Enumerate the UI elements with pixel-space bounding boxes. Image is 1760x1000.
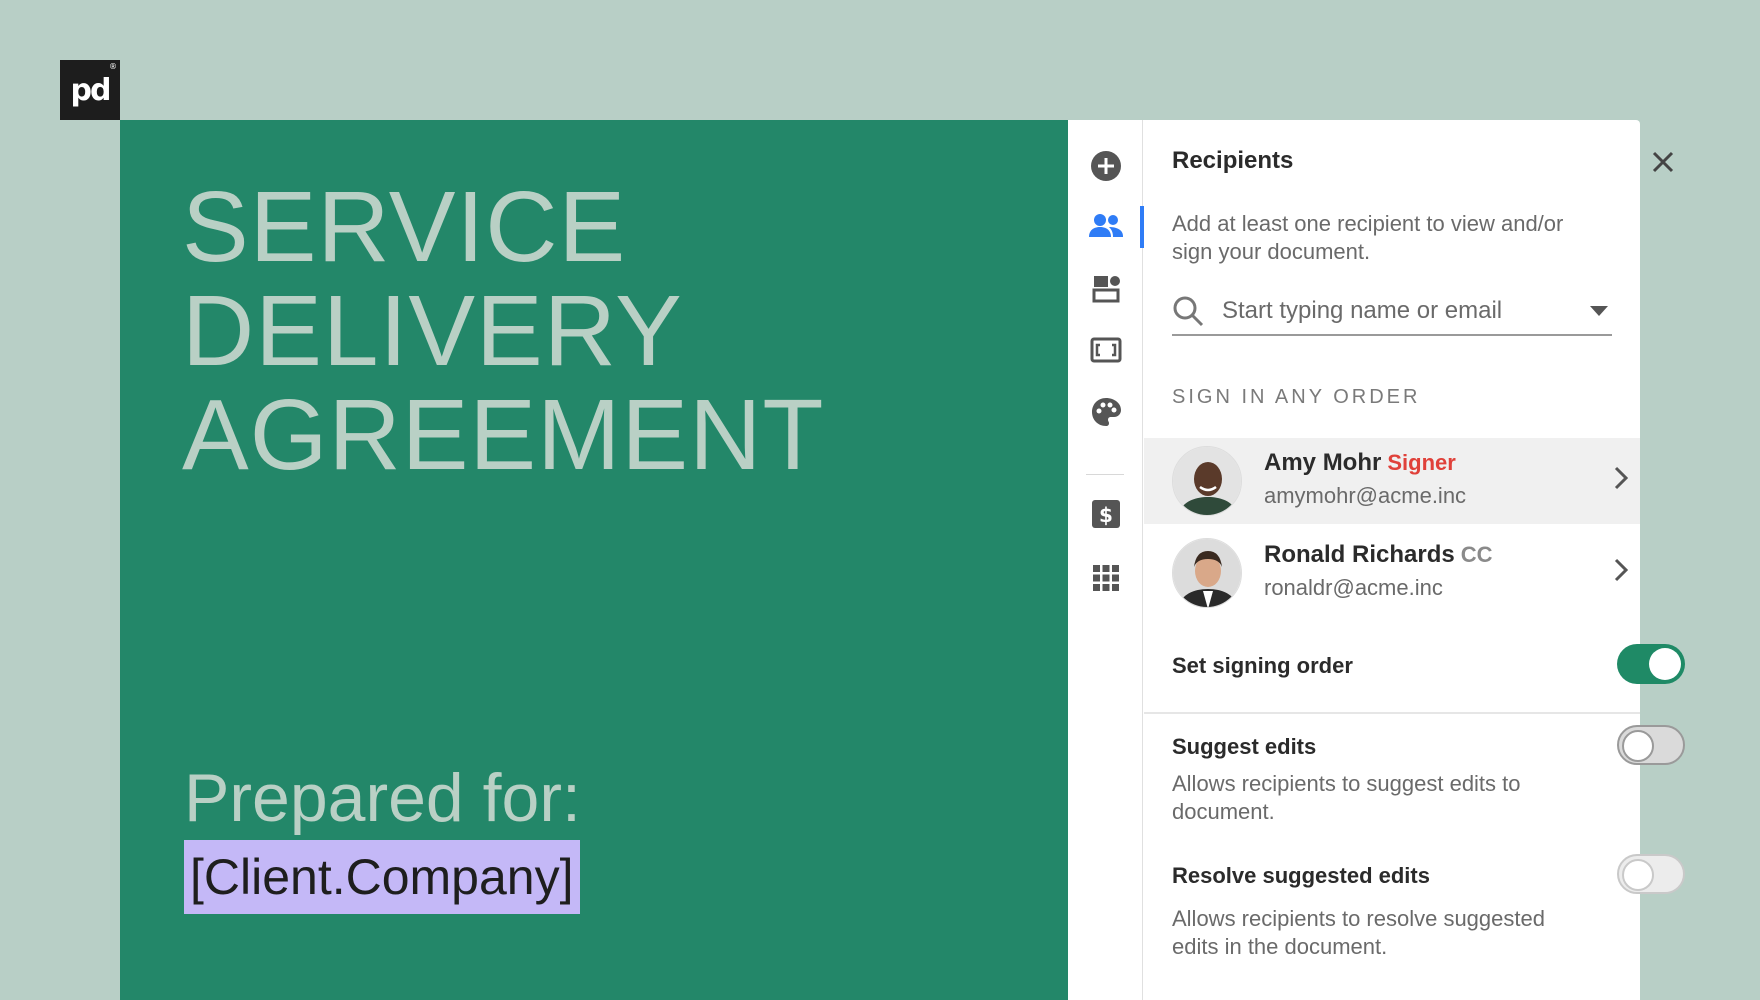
recipient-search-input[interactable]: Start typing name or email (1172, 288, 1612, 336)
rail-divider (1086, 474, 1124, 475)
recipient-role-badge: Signer (1387, 450, 1456, 475)
document-title: SERVICE DELIVERY AGREEMENT (182, 175, 824, 487)
signing-order-toggle[interactable] (1617, 644, 1685, 684)
chevron-right-icon[interactable] (1614, 466, 1629, 495)
title-line-2: DELIVERY (182, 275, 683, 387)
prepared-for-label: Prepared for: (184, 760, 581, 836)
panel-description: Add at least one recipient to view and/o… (1172, 211, 1564, 264)
add-icon[interactable] (1068, 142, 1143, 190)
recipient-row[interactable]: Ronald Richards CC ronaldr@acme.inc (1144, 530, 1640, 616)
signing-order-heading: SIGN IN ANY ORDER (1172, 386, 1421, 408)
palette-icon[interactable] (1068, 388, 1143, 436)
toggle-knob (1622, 730, 1654, 762)
avatar (1172, 446, 1242, 516)
tool-rail: $ (1068, 120, 1144, 1000)
recipient-name: Amy Mohr Signer (1264, 449, 1456, 477)
recipient-email: ronaldr@acme.inc (1264, 575, 1443, 600)
suggest-edits-toggle[interactable] (1617, 725, 1685, 765)
recipient-role-badge: CC (1460, 542, 1493, 567)
signing-order-label: Set signing order (1172, 653, 1353, 678)
logo-text: pd (70, 72, 112, 108)
registered-mark: ® (109, 62, 117, 71)
resolve-edits-label: Resolve suggested edits (1172, 863, 1430, 888)
search-placeholder: Start typing name or email (1222, 297, 1503, 324)
fields-icon[interactable] (1068, 326, 1143, 374)
blocks-icon[interactable] (1068, 264, 1143, 312)
title-line-1: SERVICE (182, 171, 627, 283)
title-line-3: AGREEMENT (182, 379, 825, 491)
side-panel: $ Recipients Add at least one recipient … (1068, 120, 1685, 1000)
recipient-row[interactable]: Amy Mohr Signer amymohr@acme.inc (1144, 438, 1640, 524)
recipient-name-text: Ronald Richards (1264, 541, 1455, 568)
search-icon (1172, 293, 1208, 329)
resolve-edits-toggle[interactable] (1617, 854, 1685, 894)
pricing-icon[interactable]: $ (1068, 490, 1143, 538)
toggle-knob (1622, 859, 1654, 891)
section-divider (1144, 712, 1640, 714)
recipient-email: amymohr@acme.inc (1264, 483, 1467, 508)
document-page: SERVICE DELIVERY AGREEMENT Prepared for:… (120, 120, 1068, 1000)
chevron-right-icon[interactable] (1614, 558, 1629, 587)
suggest-edits-label: Suggest edits (1172, 734, 1317, 759)
avatar (1172, 538, 1242, 608)
svg-text:$: $ (1099, 503, 1113, 527)
close-icon[interactable] (1649, 148, 1677, 176)
brand-logo: pd ® (60, 60, 120, 120)
apps-icon[interactable] (1068, 554, 1143, 602)
recipient-name: Ronald Richards CC (1264, 541, 1492, 569)
suggest-edits-description: Allows recipients to suggest edits to do… (1172, 771, 1521, 824)
resolve-edits-description: Allows recipients to resolve suggested e… (1172, 906, 1545, 959)
chevron-down-icon[interactable] (1586, 306, 1612, 316)
client-company-token[interactable]: [Client.Company] (184, 840, 580, 914)
toggle-knob (1649, 648, 1681, 680)
panel-title: Recipients (1172, 147, 1294, 174)
recipients-panel: Recipients Add at least one recipient to… (1144, 120, 1685, 1000)
recipient-name-text: Amy Mohr (1264, 449, 1382, 476)
recipients-icon[interactable] (1068, 202, 1144, 250)
